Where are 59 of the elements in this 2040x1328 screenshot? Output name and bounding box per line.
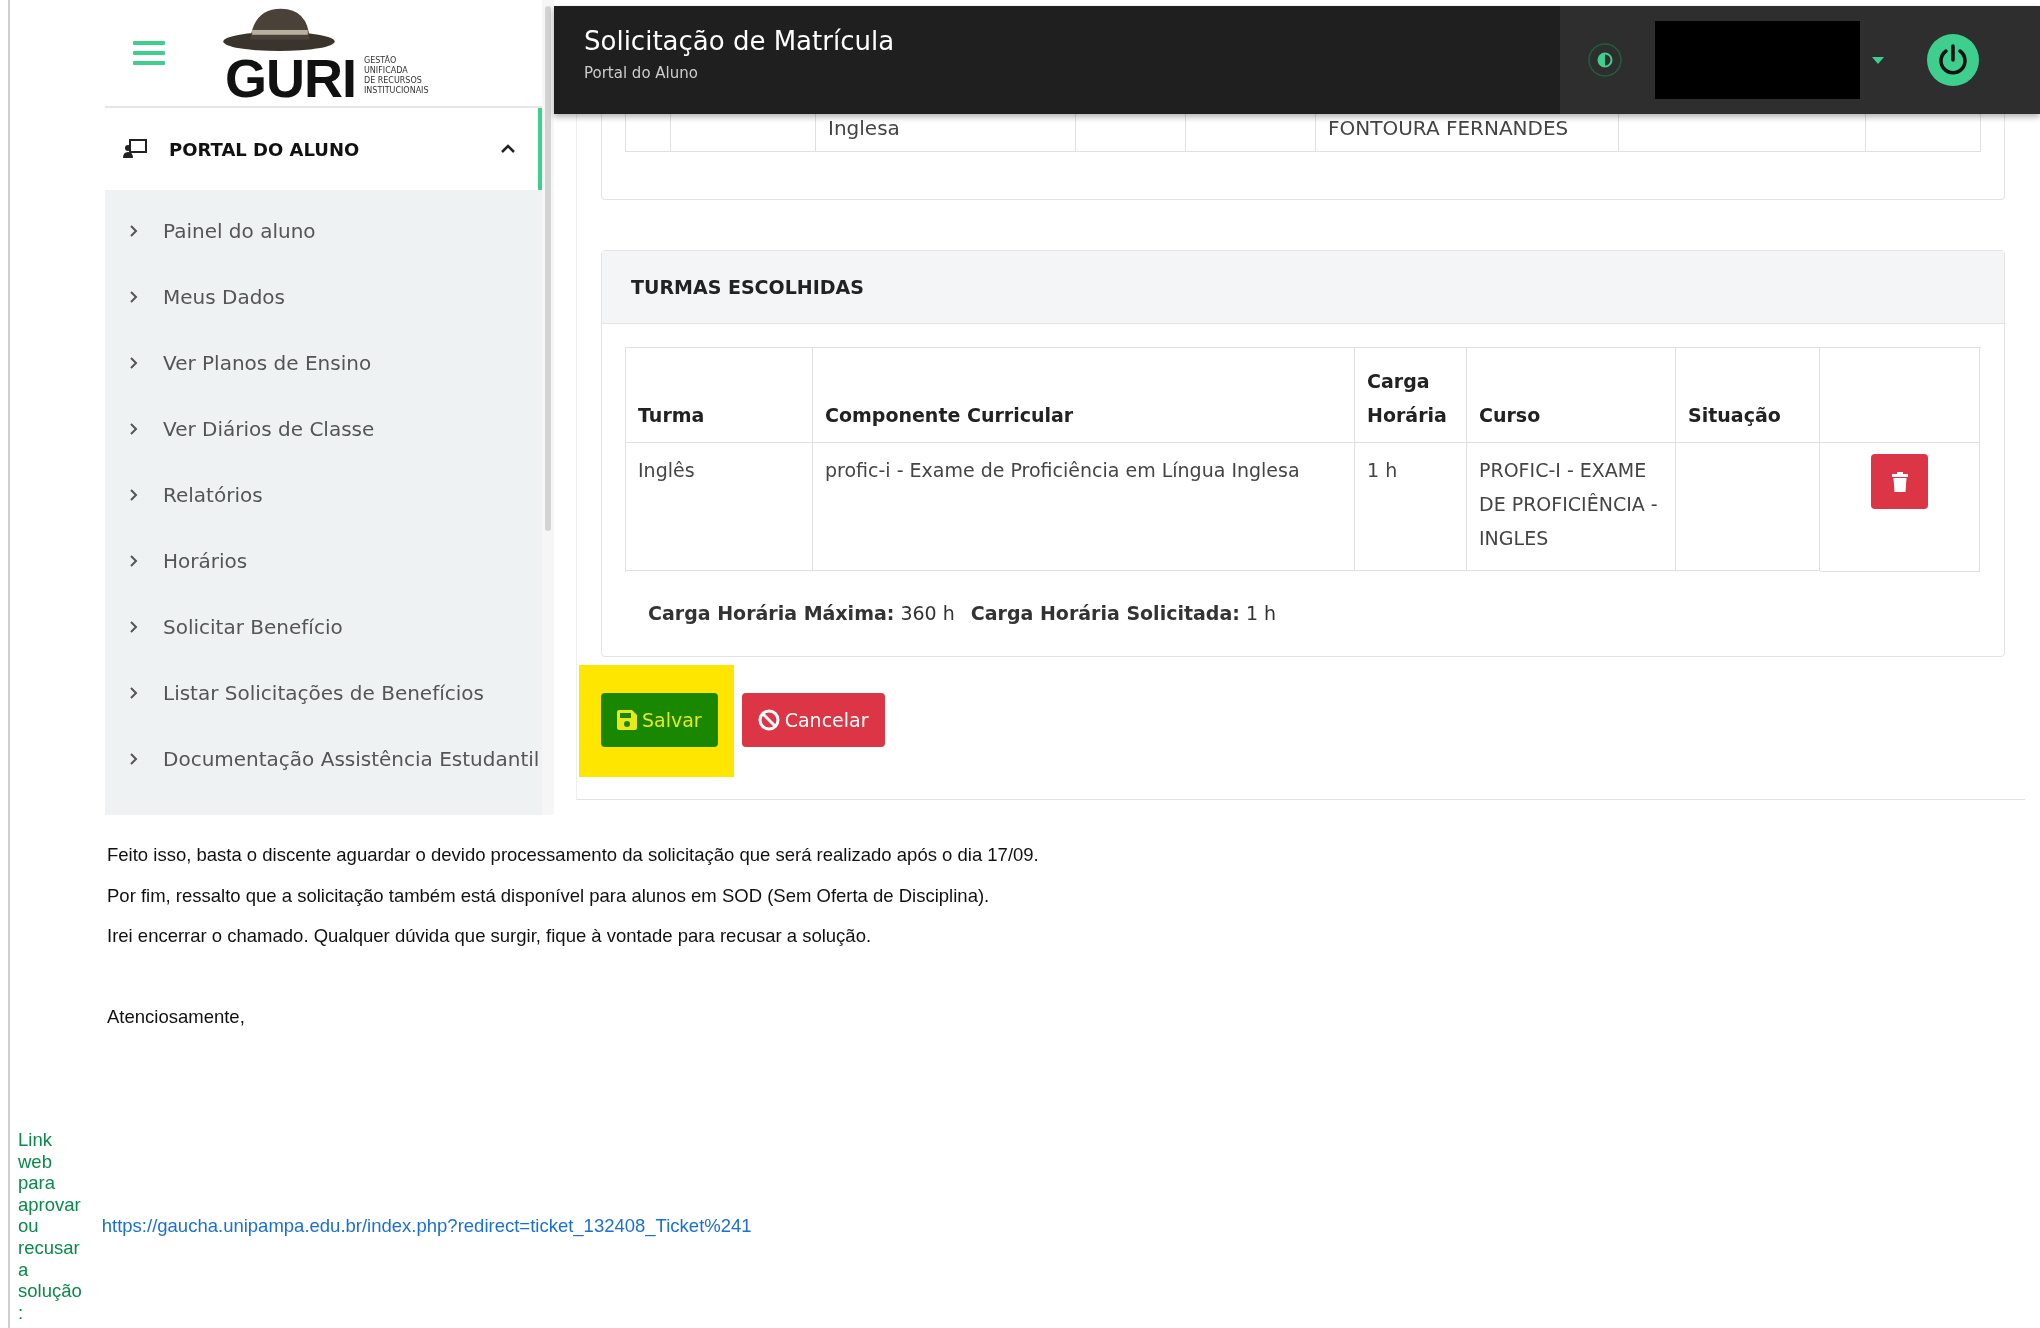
sidebar-item[interactable]: Painel do aluno [163,219,316,243]
sidebar-item[interactable]: Solicitar Benefício [163,615,343,639]
chevron-right-icon [130,621,138,633]
chevron-right-icon [130,423,138,435]
column-header: Carga Horária [1355,348,1467,443]
sidebar-item[interactable]: Meus Dados [163,285,286,309]
logo-tagline: UNIFICADA [364,66,409,76]
presenter-icon [123,139,147,159]
table-cell: Inglês [626,443,813,571]
card-title: TURMAS ESCOLHIDAS [602,251,2004,324]
logo-tagline: INSTITUCIONAIS [364,86,429,96]
sidebar-item[interactable]: Relatórios [163,483,263,507]
chevron-up-icon [500,144,517,154]
ticket-link[interactable]: https://gaucha.unipampa.edu.br/index.php?redirect=ticket_132408_Ticket%241 [101,1215,752,1238]
column-header: Turma [626,348,813,443]
delete-button[interactable] [1871,454,1928,509]
scrollbar[interactable] [542,0,554,815]
column-header: Curso [1467,348,1676,443]
table-cell: Inglesa [815,114,1075,151]
table-cell: PROFIC-I - EXAME DE PROFICIÊNCIA - INGLES [1467,443,1676,571]
chevron-right-icon [130,687,138,699]
trash-icon [1891,471,1908,492]
page-subtitle: Portal do Aluno [584,64,699,82]
chevron-right-icon [130,225,138,237]
workload-summary: Carga Horária Solicitada: 1 h [970,602,1277,624]
chevron-right-icon [130,753,138,765]
message-paragraph: Irei encerrar o chamado. Qualquer dúvida que surgir, fique à vontade para recusar a solução. [107,924,873,948]
table-cell: FONTOURA FERNANDES [1315,114,1618,151]
table-cell: profic-i - Exame de Proficiência em Língua Inglesa [813,443,1355,571]
table-cell: 1 h [1355,443,1467,571]
chevron-right-icon [130,489,138,501]
logo-tagline: GESTÃO [364,56,398,66]
save-button[interactable]: Salvar [601,693,718,747]
page-title: Solicitação de Matrícula [584,26,896,56]
chevron-right-icon [130,555,138,567]
power-icon[interactable] [1927,34,1979,86]
sidebar-section[interactable]: PORTAL DO ALUNO [105,108,543,190]
caret-down-icon[interactable] [1872,56,1884,64]
scrollbar-thumb[interactable] [545,6,552,531]
ban-icon [757,709,780,731]
contrast-icon[interactable] [1588,43,1622,77]
sidebar-item[interactable]: Ver Diários de Classe [163,417,375,441]
cancel-button[interactable]: Cancelar [741,693,885,747]
sidebar-item[interactable]: Listar Solicitações de Benefícios [163,681,484,705]
section-label: PORTAL DO ALUNO [169,138,361,160]
sidebar-item[interactable]: Horários [163,549,248,573]
link-label: Link web para aprovar ou recusar a solução : [18,1129,82,1324]
workload-summary: Carga Horária Máxima: 360 h [648,602,955,624]
sidebar-item[interactable]: Ver Planos de Ensino [163,351,372,375]
column-header: Situação [1676,348,1820,443]
chevron-right-icon [130,357,138,369]
closing-text: Atenciosamente, [107,1004,246,1029]
message-paragraph: Por fim, ressalto que a solicitação também está disponível para alunos em SOD (Sem Oferta de Disciplina). [107,883,991,908]
logo-tagline: DE RECURSOS [364,76,423,86]
message-paragraph: Feito isso, basta o discente aguardar o devido processamento da solicitação que será realizado após o dia 17/09. [107,843,1040,867]
chevron-right-icon [130,291,138,303]
column-header: Componente Curricular [813,348,1355,443]
sidebar-item[interactable]: Documentação Assistência Estudantil [163,747,540,771]
logo-wordmark: GURI [225,56,356,100]
